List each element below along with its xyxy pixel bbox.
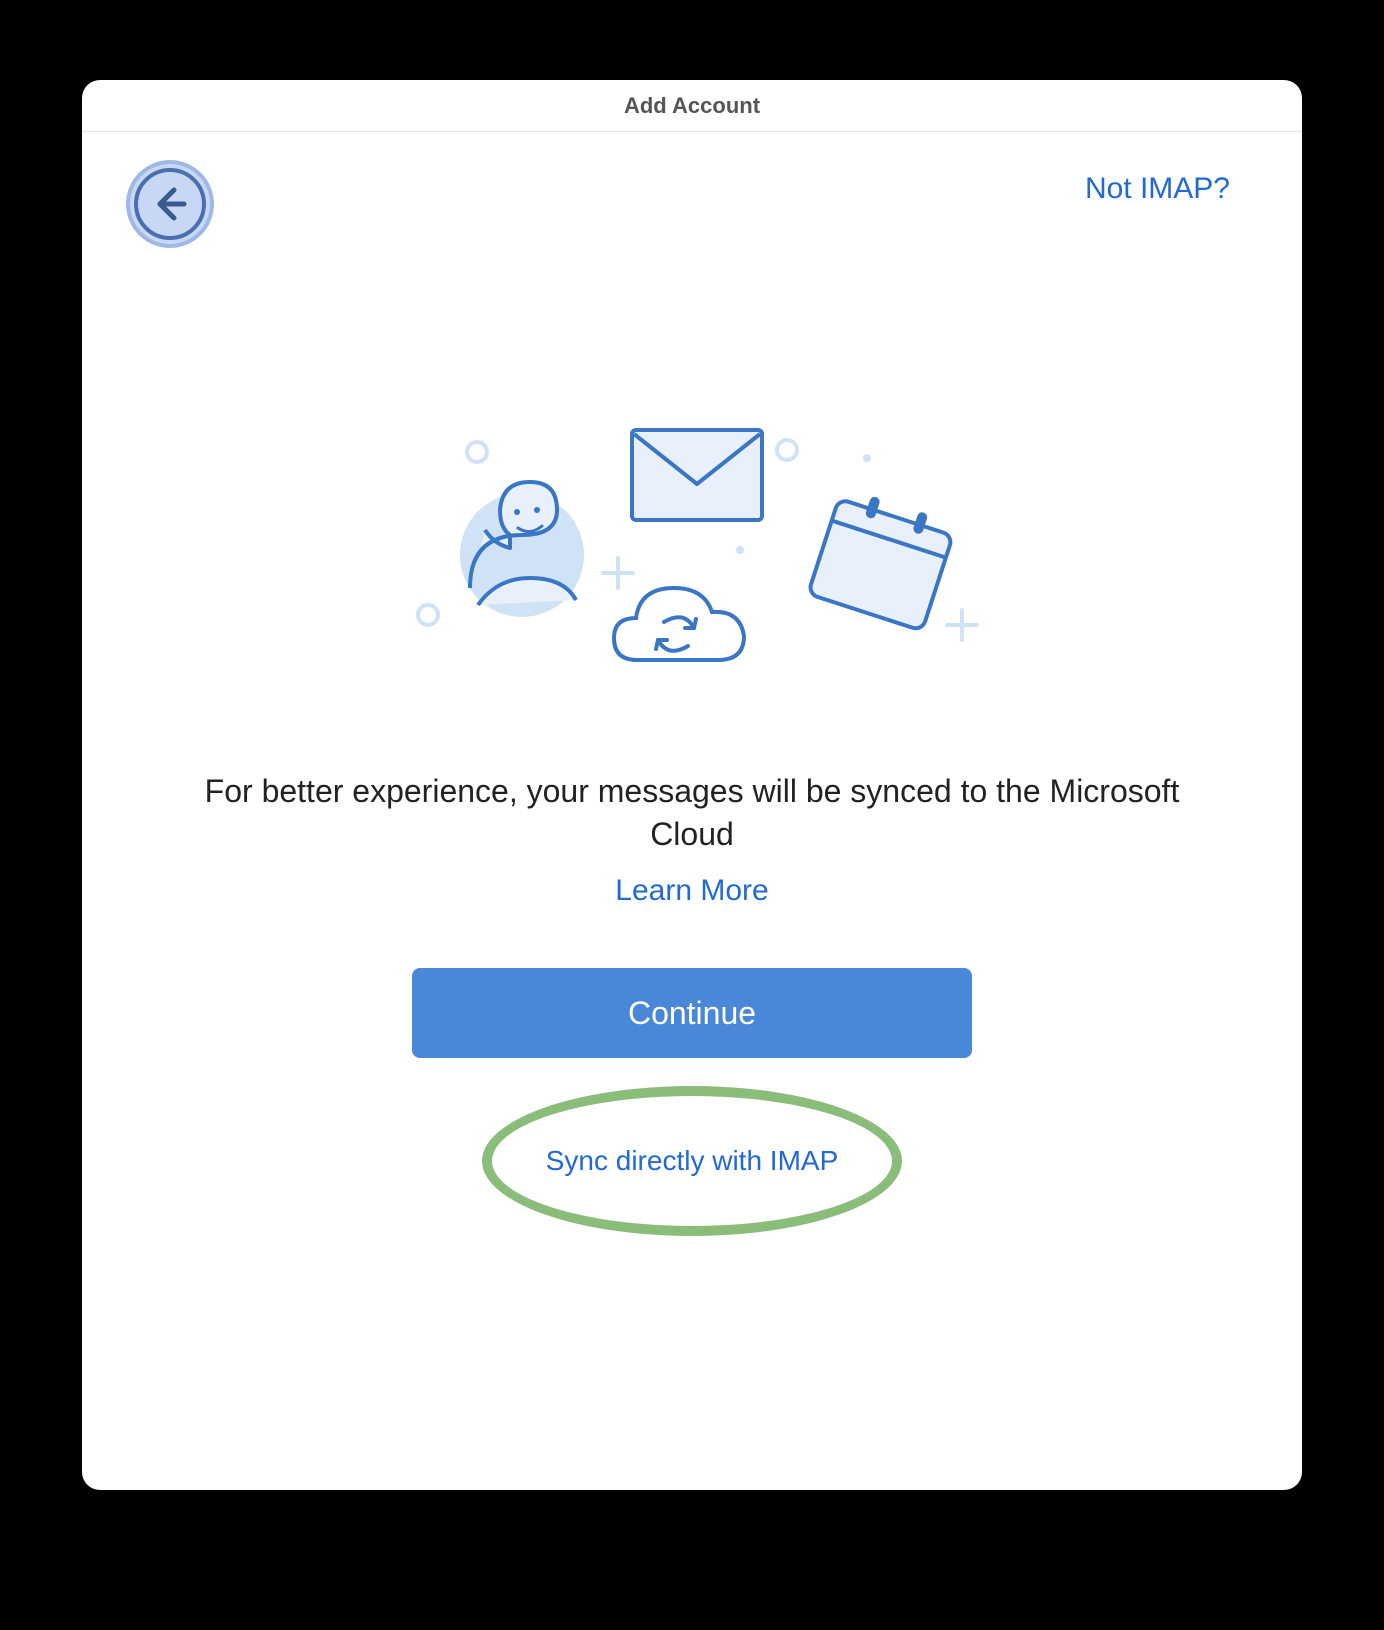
window-title: Add Account [624, 93, 760, 119]
not-imap-link[interactable]: Not IMAP? [1085, 172, 1230, 206]
continue-button[interactable]: Continue [412, 968, 972, 1058]
envelope-icon [632, 430, 762, 520]
back-arrow-icon [134, 168, 206, 240]
learn-more-link[interactable]: Learn More [122, 874, 1262, 908]
window-content: Not IMAP? [82, 132, 1302, 1490]
add-account-window: Add Account Not IMAP? [82, 80, 1302, 1490]
window-titlebar: Add Account [82, 80, 1302, 132]
cloud-sync-icon [614, 588, 744, 660]
back-button[interactable] [126, 160, 214, 248]
sync-directly-imap-link[interactable]: Sync directly with IMAP [546, 1145, 839, 1177]
calendar-icon [808, 486, 957, 631]
sync-illustration [382, 410, 1002, 710]
sync-imap-highlight: Sync directly with IMAP [482, 1086, 902, 1236]
sync-message-text: For better experience, your messages wil… [122, 770, 1262, 856]
person-icon [460, 482, 584, 617]
